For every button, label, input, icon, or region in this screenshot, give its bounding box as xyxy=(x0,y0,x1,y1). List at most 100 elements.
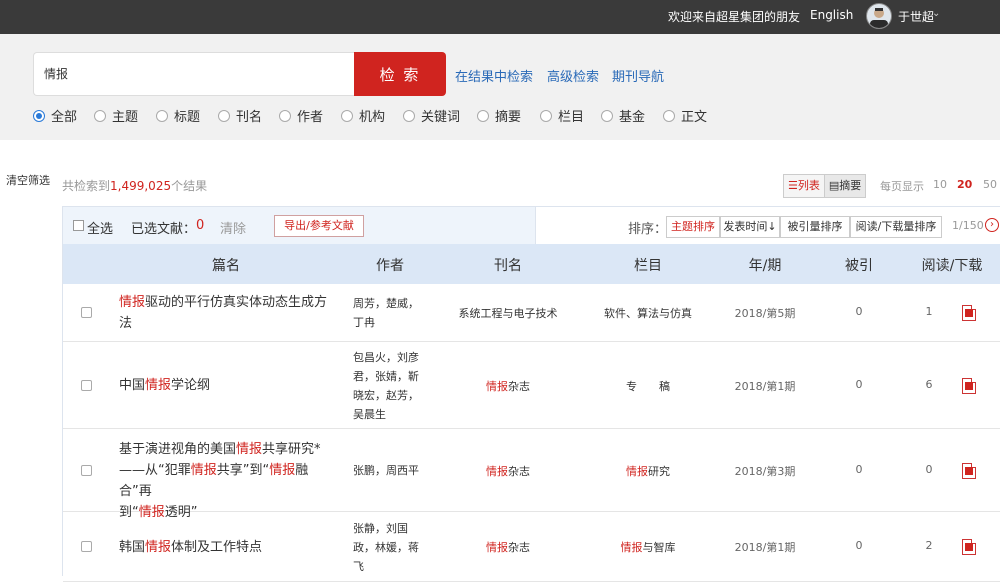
highlight-text: 情报 xyxy=(236,442,263,457)
scope-radio-fulltext[interactable]: 正文 xyxy=(663,106,707,125)
author-line[interactable]: 张鹏，周西平 xyxy=(353,461,433,480)
column-header-author[interactable]: 作者 xyxy=(376,255,404,275)
sort-by-date-button[interactable]: 发表时间↓ xyxy=(720,216,780,238)
article-title-link[interactable]: 韩国情报体制及工作特点 xyxy=(119,537,339,558)
advanced-search-link[interactable]: 高级检索 xyxy=(547,66,599,85)
column-header-column[interactable]: 栏目 xyxy=(634,255,662,275)
radio-icon xyxy=(94,109,106,122)
pdf-download-icon[interactable] xyxy=(962,305,976,321)
cited-count: 0 xyxy=(855,305,863,318)
per-page-option-20[interactable]: 20 xyxy=(957,178,972,191)
sort-by-topic-button[interactable]: 主题排序 xyxy=(666,216,720,238)
scope-radio-column[interactable]: 栏目 xyxy=(540,106,584,125)
search-within-results-link[interactable]: 在结果中检索 xyxy=(455,66,533,85)
pdf-download-icon[interactable] xyxy=(962,377,976,394)
author-line[interactable]: 吴晨生 xyxy=(353,405,433,424)
text-segment: 杂志 xyxy=(508,541,530,554)
sort-by-reads-button[interactable]: 阅读/下载量排序 xyxy=(850,216,942,238)
clear-filter-link[interactable]: 清空筛选 xyxy=(6,172,50,188)
scope-radio-subject[interactable]: 主题 xyxy=(94,106,138,125)
column-header-cited[interactable]: 被引 xyxy=(845,255,873,275)
search-input[interactable] xyxy=(34,53,354,93)
title-line: 基于演进视角的美国情报共享研究* xyxy=(119,439,339,460)
clear-selection-button[interactable]: 清除 xyxy=(220,218,246,237)
table-row: 中国情报学论纲 包昌火，刘彦 君，张婧，靳 晓宏，赵芳， 吴晨生 情报杂志专 稿 2018/… xyxy=(63,342,1000,429)
article-title-link[interactable]: 中国情报学论纲 xyxy=(119,375,339,396)
table-header: 篇名 作者 刊名 栏目 年/期 被引 阅读/下载 xyxy=(63,244,1000,284)
select-all-checkbox[interactable] xyxy=(73,220,84,231)
radio-icon xyxy=(663,109,675,122)
highlight-text: 情报 xyxy=(145,539,172,555)
scope-radio-journal[interactable]: 刊名 xyxy=(218,106,262,125)
scope-radio-fund[interactable]: 基金 xyxy=(601,106,645,125)
radio-icon xyxy=(33,109,45,122)
row-checkbox[interactable] xyxy=(81,541,92,552)
export-references-button[interactable]: 导出/参考文献 xyxy=(274,215,364,237)
author-line[interactable]: 晓宏，赵芳， xyxy=(353,386,433,405)
column-header-title[interactable]: 篇名 xyxy=(212,255,240,275)
author-line[interactable]: 张静，刘国 xyxy=(353,519,433,538)
next-page-button[interactable]: › xyxy=(985,218,999,232)
journal-navigation-link[interactable]: 期刊导航 xyxy=(612,66,664,85)
row-checkbox[interactable] xyxy=(81,307,92,318)
text-segment: ——从“犯罪 xyxy=(119,463,191,478)
search-button[interactable]: 检 索 xyxy=(354,52,446,96)
radio-icon xyxy=(540,109,552,122)
article-title-link[interactable]: 基于演进视角的美国情报共享研究* ——从“犯罪情报共享”到“情报融合”再 到“情报透… xyxy=(119,439,339,523)
read-count: 6 xyxy=(925,377,933,391)
text-segment: 专 稿 xyxy=(626,379,670,393)
author-line[interactable]: 君，张婧，靳 xyxy=(353,367,433,386)
list-view-button[interactable]: ☰列表 xyxy=(784,175,825,197)
text-segment: 研究 xyxy=(648,464,670,478)
scope-radio-abstract[interactable]: 摘要 xyxy=(477,106,521,125)
per-page-option-10[interactable]: 10 xyxy=(933,178,947,191)
pdf-download-icon[interactable] xyxy=(962,462,976,479)
journal-name[interactable]: 情报杂志 xyxy=(486,539,530,555)
per-page-label: 每页显示 xyxy=(880,180,924,193)
column-header-reads[interactable]: 阅读/下载 xyxy=(922,255,983,275)
row-checkbox[interactable] xyxy=(81,464,92,476)
column-header-issue[interactable]: 年/期 xyxy=(749,255,782,275)
text-segment: 法 xyxy=(119,316,133,331)
text-segment: 杂志 xyxy=(508,379,530,393)
column-header-journal[interactable]: 刊名 xyxy=(494,255,522,275)
scope-radio-keyword[interactable]: 关键词 xyxy=(403,106,460,125)
author-line[interactable]: 丁冉 xyxy=(353,313,433,332)
author-list: 张鹏，周西平 xyxy=(353,461,433,480)
article-title-link[interactable]: 情报驱动的平行仿真实体动态生成方法 xyxy=(119,292,339,334)
title-line: 韩国情报体制及工作特点 xyxy=(119,537,339,558)
language-link[interactable]: English xyxy=(810,8,853,22)
avatar-icon xyxy=(870,8,888,28)
sort-by-citations-button[interactable]: 被引量排序 xyxy=(780,216,850,238)
author-line[interactable]: 政，林媛，蒋 xyxy=(353,538,433,557)
scope-radio-author[interactable]: 作者 xyxy=(279,106,323,125)
journal-name[interactable]: 情报杂志 xyxy=(486,378,530,394)
abstract-view-button[interactable]: ▤摘要 xyxy=(824,175,866,197)
scope-radio-institution[interactable]: 机构 xyxy=(341,106,385,125)
select-all-label[interactable]: 全选 xyxy=(87,218,113,237)
per-page-option-50[interactable]: 50 xyxy=(983,178,997,191)
scope-radio-all[interactable]: 全部 xyxy=(33,106,77,125)
issue-cell: 2018/第1期 xyxy=(734,541,796,554)
read-count: 2 xyxy=(925,539,933,552)
row-checkbox[interactable] xyxy=(81,379,92,391)
author-line[interactable]: 周芳，楚威， xyxy=(353,294,433,313)
read-count: 1 xyxy=(925,305,933,318)
selected-count: 0 xyxy=(196,218,205,233)
title-line: 情报驱动的平行仿真实体动态生成方 xyxy=(119,292,339,313)
pdf-download-icon[interactable] xyxy=(962,539,976,555)
sort-label: 排序： xyxy=(628,222,668,237)
radio-icon xyxy=(218,109,230,122)
page-indicator: 1/150 xyxy=(952,219,984,232)
text-segment: 共享”到“ xyxy=(216,463,270,478)
journal-name[interactable]: 系统工程与电子技术 xyxy=(459,305,558,321)
username[interactable]: 于世超 xyxy=(898,8,934,25)
journal-name[interactable]: 情报杂志 xyxy=(486,463,530,479)
scope-radio-title[interactable]: 标题 xyxy=(156,106,200,125)
chevron-down-icon[interactable]: ⌄ xyxy=(932,8,940,19)
radio-icon xyxy=(341,109,353,122)
author-line[interactable]: 包昌火，刘彦 xyxy=(353,348,433,367)
title-line: 中国情报学论纲 xyxy=(119,375,339,396)
author-line[interactable]: 飞 xyxy=(353,557,433,576)
avatar[interactable] xyxy=(866,3,892,29)
